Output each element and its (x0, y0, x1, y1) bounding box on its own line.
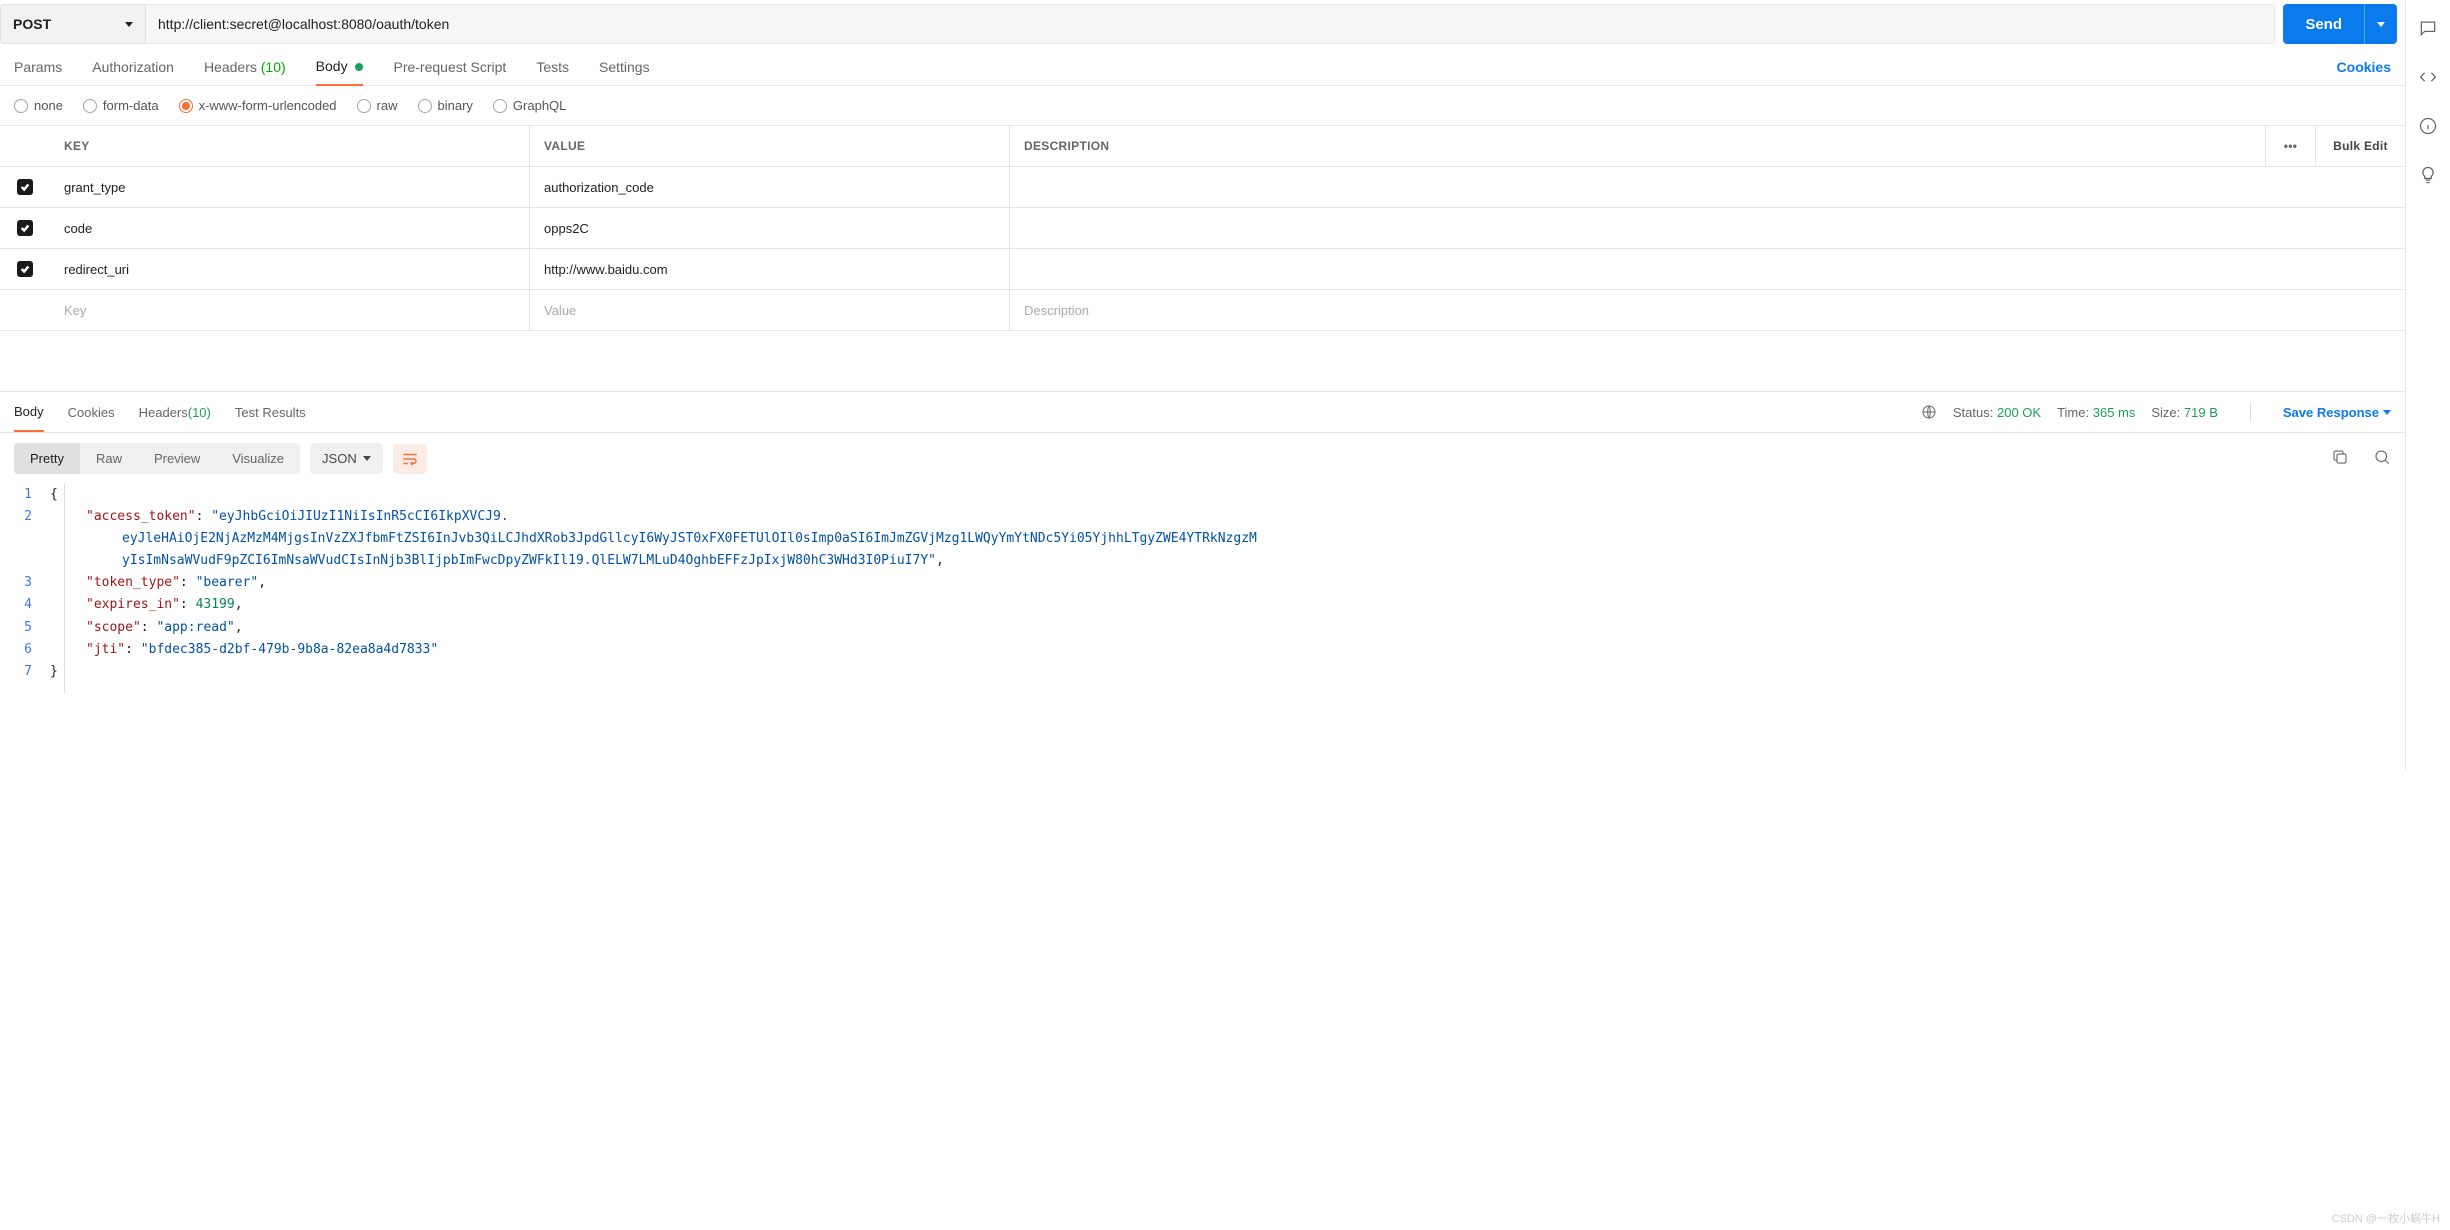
col-key-header: KEY (50, 126, 530, 166)
tab-prerequest[interactable]: Pre-request Script (393, 59, 506, 85)
desc-placeholder[interactable]: Description (1010, 290, 2265, 330)
tab-body[interactable]: Body (316, 58, 364, 86)
send-dropdown[interactable] (2364, 4, 2397, 44)
body-type-radios: none form-data x-www-form-urlencoded raw… (0, 86, 2405, 125)
request-tabs: Params Authorization Headers (10) Body P… (0, 44, 2405, 86)
resp-tab-tests[interactable]: Test Results (235, 392, 306, 432)
url-value: http://client:secret@localhost:8080/oaut… (158, 16, 449, 32)
tab-params[interactable]: Params (14, 59, 62, 85)
radio-icon (14, 99, 28, 113)
dot-indicator-icon (355, 63, 363, 71)
radio-icon (83, 99, 97, 113)
table-row: redirect_uri http://www.baidu.com (0, 249, 2405, 290)
resp-tab-cookies[interactable]: Cookies (68, 392, 115, 432)
table-row-empty: Key Value Description (0, 290, 2405, 331)
related-button[interactable] (2418, 165, 2438, 188)
response-body-viewer[interactable]: 1{ 2"access_token": "eyJhbGciOiJIUzI1NiI… (0, 484, 2405, 693)
row-checkbox[interactable] (17, 261, 33, 277)
info-icon (2418, 116, 2438, 136)
cookies-link[interactable]: Cookies (2337, 59, 2391, 85)
tab-tests[interactable]: Tests (536, 59, 569, 85)
tab-headers[interactable]: Headers (10) (204, 59, 286, 85)
radio-urlencoded[interactable]: x-www-form-urlencoded (179, 98, 337, 113)
search-icon (2373, 448, 2391, 466)
radio-icon (418, 99, 432, 113)
tab-settings[interactable]: Settings (599, 59, 650, 85)
comment-icon (2418, 18, 2438, 38)
view-raw[interactable]: Raw (80, 443, 138, 474)
row-checkbox[interactable] (17, 179, 33, 195)
right-sidebar (2405, 0, 2450, 770)
radio-none[interactable]: none (14, 98, 63, 113)
radio-binary[interactable]: binary (418, 98, 473, 113)
wrap-icon (401, 450, 419, 468)
key-cell[interactable]: code (50, 208, 530, 248)
col-desc-header: DESCRIPTION (1010, 126, 2265, 166)
code-snippet-button[interactable] (2418, 67, 2438, 90)
radio-raw[interactable]: raw (357, 98, 398, 113)
save-response-button[interactable]: Save Response (2283, 405, 2391, 420)
comments-button[interactable] (2418, 18, 2438, 41)
url-input[interactable]: http://client:secret@localhost:8080/oaut… (146, 4, 2275, 44)
language-select[interactable]: JSON (310, 443, 383, 474)
radio-icon (179, 99, 193, 113)
key-cell[interactable]: grant_type (50, 167, 530, 207)
chevron-down-icon (125, 22, 133, 27)
value-cell[interactable]: http://www.baidu.com (530, 249, 1010, 289)
view-pretty[interactable]: Pretty (14, 443, 80, 474)
resp-tab-headers[interactable]: Headers (10) (139, 392, 211, 432)
bulb-icon (2418, 165, 2438, 185)
view-mode-segment: Pretty Raw Preview Visualize (14, 443, 300, 474)
value-placeholder[interactable]: Value (530, 290, 1010, 330)
radio-icon (357, 99, 371, 113)
http-method-label: POST (13, 16, 51, 32)
view-preview[interactable]: Preview (138, 443, 216, 474)
value-cell[interactable]: authorization_code (530, 167, 1010, 207)
desc-cell[interactable] (1010, 249, 2265, 289)
row-checkbox[interactable] (17, 220, 33, 236)
radio-icon (493, 99, 507, 113)
key-placeholder[interactable]: Key (50, 290, 530, 330)
search-button[interactable] (2373, 448, 2391, 469)
view-visualize[interactable]: Visualize (216, 443, 300, 474)
watermark: CSDN @一枚小蜗牛H (2332, 1210, 2440, 1226)
chevron-down-icon (2383, 410, 2391, 415)
http-method-select[interactable]: POST (0, 4, 146, 44)
wrap-lines-button[interactable] (393, 444, 427, 474)
more-options-button[interactable]: ••• (2265, 126, 2315, 166)
response-tabs: Body Cookies Headers (10) Test Results S… (0, 391, 2405, 433)
table-row: grant_type authorization_code (0, 167, 2405, 208)
desc-cell[interactable] (1010, 167, 2265, 207)
response-status: Status: 200 OK Time: 365 ms Size: 719 B (1921, 404, 2218, 420)
radio-graphql[interactable]: GraphQL (493, 98, 566, 113)
globe-icon (1921, 404, 1937, 420)
desc-cell[interactable] (1010, 208, 2265, 248)
response-viewer-toolbar: Pretty Raw Preview Visualize JSON (0, 433, 2405, 484)
col-value-header: VALUE (530, 126, 1010, 166)
tab-authorization[interactable]: Authorization (92, 59, 174, 85)
body-params-table: KEY VALUE DESCRIPTION ••• Bulk Edit gran… (0, 125, 2405, 331)
key-cell[interactable]: redirect_uri (50, 249, 530, 289)
radio-formdata[interactable]: form-data (83, 98, 159, 113)
value-cell[interactable]: opps2C (530, 208, 1010, 248)
code-icon (2418, 67, 2438, 87)
chevron-down-icon (363, 456, 371, 461)
chevron-down-icon (2377, 22, 2385, 27)
send-button[interactable]: Send (2283, 4, 2397, 44)
copy-icon (2331, 448, 2349, 466)
table-row: code opps2C (0, 208, 2405, 249)
copy-button[interactable] (2331, 448, 2349, 469)
bulk-edit-button[interactable]: Bulk Edit (2315, 126, 2405, 166)
resp-tab-body[interactable]: Body (14, 392, 44, 432)
info-button[interactable] (2418, 116, 2438, 139)
